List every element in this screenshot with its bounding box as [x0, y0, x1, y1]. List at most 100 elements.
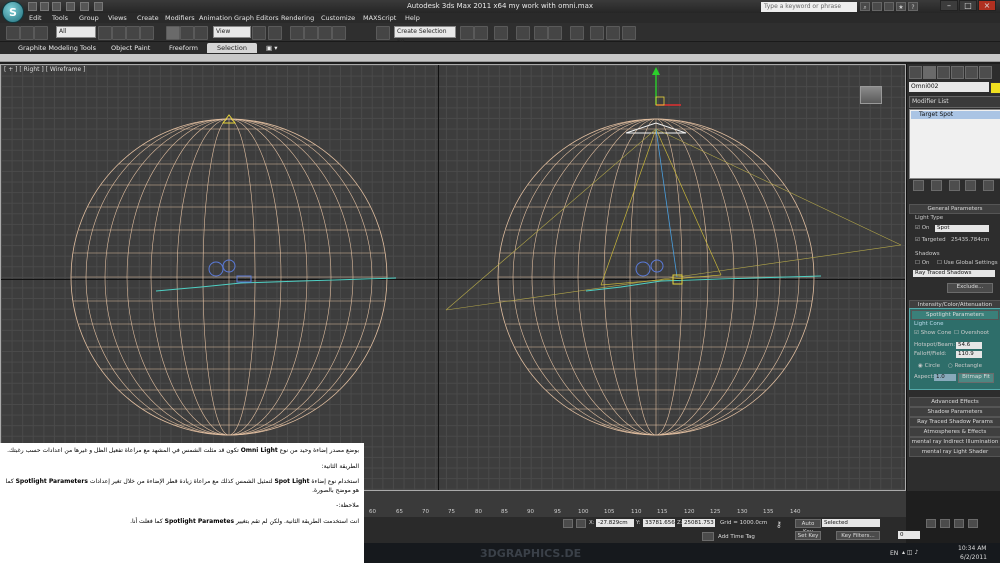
maximize-viewport-icon[interactable] [968, 519, 978, 528]
shadows-on-checkbox[interactable]: ☐ On [915, 260, 930, 266]
select-and-move-icon[interactable] [166, 26, 180, 40]
configure-sets-icon[interactable] [983, 180, 994, 191]
rollout-mental-ray-indirect[interactable]: mental ray Indirect Illumination [909, 437, 1000, 447]
layer-manager-icon[interactable] [494, 26, 508, 40]
close-button[interactable]: × [978, 0, 996, 11]
selection-lock-icon[interactable] [563, 519, 573, 528]
make-unique-icon[interactable] [949, 180, 960, 191]
utilities-tab-icon[interactable] [979, 66, 992, 79]
percent-snap-icon[interactable] [318, 26, 332, 40]
minimize-button[interactable]: – [940, 0, 958, 11]
edit-named-selection-icon[interactable] [376, 26, 390, 40]
sphere-left[interactable] [70, 118, 388, 436]
orbit-icon[interactable] [954, 519, 964, 528]
menu-help[interactable]: Help [405, 14, 420, 22]
x-coordinate-field[interactable]: -27.829cm [596, 519, 634, 527]
help-icon[interactable]: ? [908, 2, 918, 11]
circle-radio[interactable]: ◉ Circle [918, 363, 940, 369]
light-type-dropdown[interactable]: Spot [935, 225, 989, 232]
language-indicator[interactable]: EN [890, 550, 898, 557]
create-tab-icon[interactable] [909, 66, 922, 79]
key-filters-button[interactable]: Key Filters... [836, 531, 880, 540]
selection-region-icon[interactable] [126, 26, 140, 40]
pin-stack-icon[interactable] [913, 180, 924, 191]
application-button[interactable]: S [2, 1, 24, 23]
bitmap-fit-button[interactable]: Bitmap Fit [958, 373, 994, 383]
hierarchy-tab-icon[interactable] [937, 66, 950, 79]
unlink-icon[interactable] [20, 26, 34, 40]
menu-modifiers[interactable]: Modifiers [165, 14, 195, 22]
selection-filter-dropdown[interactable]: All [56, 26, 96, 38]
spinner-snap-icon[interactable] [332, 26, 346, 40]
y-coordinate-field[interactable]: 33781.656 [643, 519, 675, 527]
set-key-button[interactable]: Set Key [795, 531, 821, 540]
communication-center-icon[interactable] [884, 2, 894, 11]
curve-editor-icon[interactable] [534, 26, 548, 40]
window-crossing-icon[interactable] [140, 26, 154, 40]
reference-coordinate-dropdown[interactable]: View [213, 26, 251, 38]
named-selection-dropdown[interactable]: Create Selection Se [394, 26, 456, 45]
search-input[interactable]: Type a keyword or phrase [761, 2, 857, 12]
select-and-scale-icon[interactable] [194, 26, 208, 40]
select-and-manipulate-icon[interactable] [268, 26, 282, 40]
modify-tab-icon[interactable] [923, 66, 936, 79]
aspect-field[interactable]: 1.0 [934, 374, 956, 381]
sphere-right[interactable] [497, 118, 815, 436]
menu-tools[interactable]: Tools [52, 14, 68, 22]
tab-freeform[interactable]: Freeform [169, 44, 198, 52]
rollout-ray-traced-shadow-params[interactable]: Ray Traced Shadow Params [909, 417, 1000, 427]
menu-views[interactable]: Views [108, 14, 127, 22]
search-icon[interactable]: ⌕ [860, 2, 870, 11]
object-name-field[interactable]: Omni002 [909, 82, 989, 92]
hotspot-field[interactable]: 54.6 [956, 342, 982, 349]
rollout-general-parameters[interactable]: General Parameters [909, 204, 1000, 214]
show-end-result-icon[interactable] [931, 180, 942, 191]
menu-edit[interactable]: Edit [29, 14, 42, 22]
rollout-atmospheres-effects[interactable]: Atmospheres & Effects [909, 427, 1000, 437]
exclude-button[interactable]: Exclude... [947, 283, 993, 293]
link-icon[interactable] [6, 26, 20, 40]
show-cone-checkbox[interactable]: ☑ Show Cone [914, 330, 951, 336]
display-tab-icon[interactable] [965, 66, 978, 79]
rollout-shadow-parameters[interactable]: Shadow Parameters [909, 407, 1000, 417]
viewport-right[interactable] [0, 64, 906, 491]
new-file-icon[interactable] [28, 2, 37, 11]
falloff-field[interactable]: 110.9 [956, 351, 982, 358]
rollout-spotlight-parameters[interactable]: Spotlight Parameters [911, 310, 999, 320]
tab-graphite-modeling-tools[interactable]: Graphite Modeling Tools [18, 44, 96, 52]
select-by-name-icon[interactable] [112, 26, 126, 40]
auto-key-button[interactable]: Auto Key [795, 519, 821, 535]
z-coordinate-field[interactable]: 25081.753 [682, 519, 715, 527]
remove-modifier-icon[interactable] [965, 180, 976, 191]
angle-snap-icon[interactable] [304, 26, 318, 40]
render-setup-icon[interactable] [590, 26, 604, 40]
modifier-list-dropdown[interactable]: Modifier List [909, 96, 1000, 108]
open-file-icon[interactable] [40, 2, 49, 11]
key-mode-dropdown[interactable]: Selected [822, 519, 880, 527]
motion-tab-icon[interactable] [951, 66, 964, 79]
object-color-swatch[interactable] [990, 82, 1000, 94]
pan-view-icon[interactable] [940, 519, 950, 528]
menu-maxscript[interactable]: MAXScript [363, 14, 396, 22]
material-editor-icon[interactable] [570, 26, 584, 40]
viewport-label[interactable]: [ + ] [ Right ] [ Wireframe ] [4, 66, 85, 73]
bind-space-warp-icon[interactable] [34, 26, 48, 40]
save-file-icon[interactable] [52, 2, 61, 11]
menu-graph-editors[interactable]: Graph Editors [234, 14, 279, 22]
light-on-checkbox[interactable]: ☑ On [915, 225, 930, 231]
rollout-mental-ray-light-shader[interactable]: mental ray Light Shader [909, 447, 1000, 457]
rectangle-radio[interactable]: ○ Rectangle [948, 363, 982, 369]
zoom-icon[interactable] [926, 519, 936, 528]
menu-group[interactable]: Group [79, 14, 99, 22]
select-and-rotate-icon[interactable] [180, 26, 194, 40]
undo-icon[interactable] [66, 2, 75, 11]
schematic-view-icon[interactable] [548, 26, 562, 40]
use-global-settings-checkbox[interactable]: ☐ Use Global Settings [937, 260, 998, 266]
menu-create[interactable]: Create [137, 14, 159, 22]
graphite-toggle-icon[interactable] [516, 26, 530, 40]
key-icon[interactable]: ⚷ [776, 520, 782, 529]
snaps-toggle-icon[interactable] [290, 26, 304, 40]
rollout-advanced-effects[interactable]: Advanced Effects [909, 397, 1000, 407]
shadow-type-dropdown[interactable]: Ray Traced Shadows [913, 270, 995, 277]
add-time-tag-label[interactable]: Add Time Tag [718, 534, 755, 540]
